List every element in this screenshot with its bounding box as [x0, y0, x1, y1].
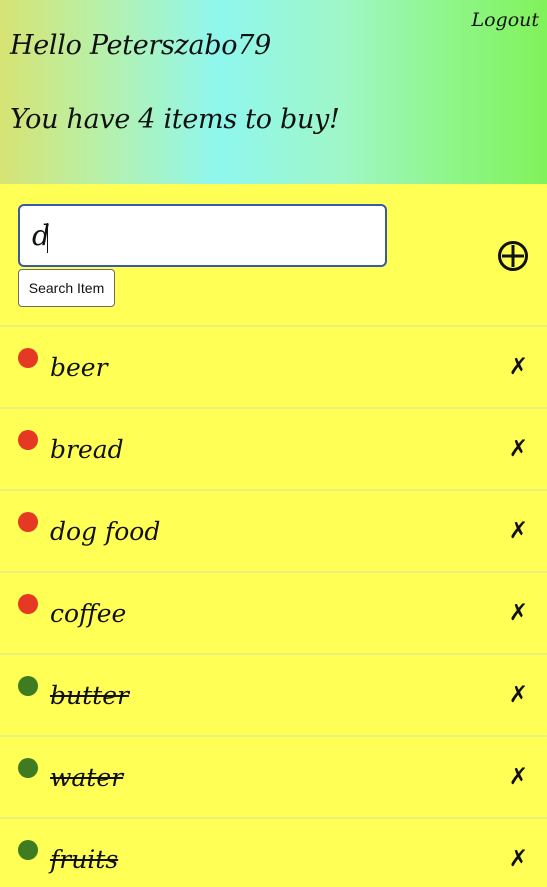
remove-item-icon[interactable]: ✗ — [509, 600, 528, 626]
header: Logout Hello Peterszabo79 You have 4 ite… — [0, 0, 547, 184]
add-item-icon[interactable] — [497, 240, 529, 272]
item-label: butter — [50, 681, 129, 710]
list-item[interactable]: fruits ✗ — [0, 819, 547, 887]
list-item[interactable]: butter ✗ — [0, 655, 547, 735]
greeting: Hello Peterszabo79 — [10, 30, 271, 61]
remove-item-icon[interactable]: ✗ — [509, 518, 528, 544]
remove-item-icon[interactable]: ✗ — [509, 682, 528, 708]
list-item[interactable]: dog food ✗ — [0, 491, 547, 571]
status-dot[interactable] — [18, 512, 38, 532]
logout-link[interactable]: Logout — [471, 9, 539, 31]
status-dot[interactable] — [18, 840, 38, 860]
item-label: dog food — [50, 517, 161, 546]
list-item[interactable]: bread ✗ — [0, 409, 547, 489]
list-item[interactable]: coffee ✗ — [0, 573, 547, 653]
list-item[interactable]: water ✗ — [0, 737, 547, 817]
search-input[interactable]: d — [18, 204, 387, 267]
item-label: bread — [50, 435, 124, 464]
status-dot[interactable] — [18, 594, 38, 614]
item-label: water — [50, 763, 124, 792]
text-caret — [46, 222, 48, 253]
status-dot[interactable] — [18, 676, 38, 696]
remove-item-icon[interactable]: ✗ — [509, 764, 528, 790]
status-dot[interactable] — [18, 758, 38, 778]
item-label: coffee — [50, 599, 127, 628]
list-item[interactable]: beer ✗ — [0, 327, 547, 407]
search-area: d Search Item — [0, 184, 547, 325]
status-dot[interactable] — [18, 430, 38, 450]
items-to-buy-count: You have 4 items to buy! — [10, 104, 340, 135]
item-label: beer — [50, 353, 108, 382]
status-dot[interactable] — [18, 348, 38, 368]
search-item-button[interactable]: Search Item — [18, 269, 115, 307]
item-label: fruits — [50, 845, 119, 874]
remove-item-icon[interactable]: ✗ — [509, 354, 528, 380]
remove-item-icon[interactable]: ✗ — [509, 436, 528, 462]
remove-item-icon[interactable]: ✗ — [509, 846, 528, 872]
